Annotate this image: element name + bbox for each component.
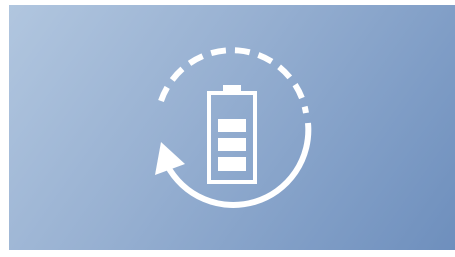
image-frame — [0, 0, 455, 257]
battery-segment-2 — [218, 138, 246, 151]
battery-segment-3 — [218, 157, 246, 171]
battery-icon — [207, 85, 257, 184]
battery-cap — [223, 85, 241, 92]
gradient-panel — [9, 5, 455, 250]
battery-recharge-icon — [155, 47, 312, 208]
dashed-arc — [158, 47, 309, 114]
battery-segment-1 — [218, 119, 246, 132]
